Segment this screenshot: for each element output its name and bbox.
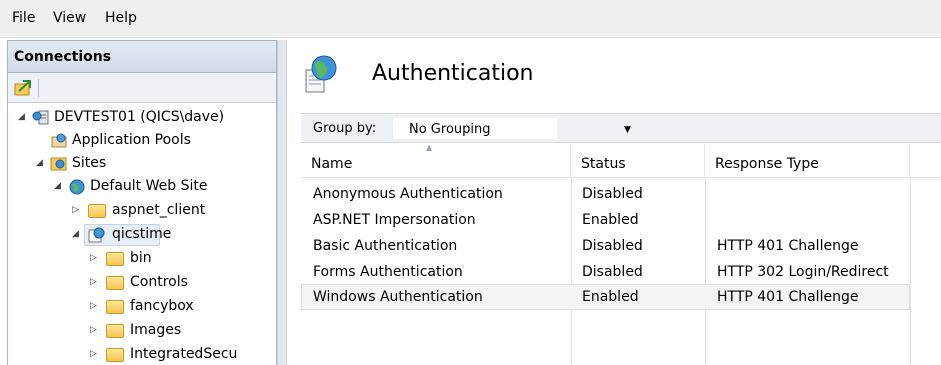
folder-icon — [106, 252, 124, 266]
cell-name: Forms Authentication — [313, 264, 463, 280]
cell-name: Windows Authentication — [313, 289, 483, 305]
column-header-response-type[interactable]: Response Type — [705, 144, 910, 178]
tree-label: Application Pools — [72, 132, 191, 148]
table-row[interactable]: Forms Authentication Disabled HTTP 302 L… — [301, 259, 910, 285]
collapse-icon[interactable]: ◢ — [18, 112, 28, 122]
cell-status: Disabled — [582, 264, 643, 280]
page-title: Authentication — [372, 61, 534, 86]
connections-pane: Connections ◢ DEVTEST01 (QICS\dave) Appl… — [7, 40, 277, 365]
collapse-icon[interactable]: ◢ — [36, 158, 46, 168]
expand-icon[interactable]: ▷ — [90, 301, 100, 311]
table-row[interactable]: ASP.NET Impersonation Enabled — [301, 207, 910, 233]
cell-status: Disabled — [582, 186, 643, 202]
tree-label: IntegratedSecu — [130, 346, 238, 362]
tree-label: bin — [130, 250, 152, 266]
folder-icon — [106, 348, 124, 362]
folder-icon — [106, 276, 124, 290]
app-pools-icon — [51, 133, 67, 148]
menu-file[interactable]: File — [12, 10, 35, 26]
expand-icon[interactable]: ▷ — [72, 205, 82, 215]
expand-icon[interactable]: ▷ — [90, 277, 100, 287]
folder-icon — [88, 204, 106, 218]
authentication-icon — [305, 55, 337, 93]
group-by-dropdown[interactable]: No Grouping ▼ — [393, 118, 631, 139]
cell-response-type: HTTP 401 Challenge — [717, 289, 859, 305]
cell-response-type: HTTP 302 Login/Redirect — [717, 264, 889, 280]
folder-icon — [106, 300, 124, 314]
sort-ascending-icon: ▲ — [426, 143, 433, 152]
tree-label: Sites — [72, 155, 107, 171]
expand-icon[interactable]: ▷ — [90, 325, 100, 335]
cell-status: Disabled — [582, 238, 643, 254]
menu-view[interactable]: View — [53, 10, 86, 26]
cell-name: Basic Authentication — [313, 238, 458, 254]
collapse-icon[interactable]: ◢ — [72, 229, 82, 239]
connect-icon[interactable] — [14, 80, 32, 96]
globe-icon — [69, 179, 85, 195]
server-icon — [32, 110, 49, 125]
tree-label: Default Web Site — [90, 178, 208, 194]
pane-splitter[interactable] — [277, 40, 287, 365]
expand-icon[interactable]: ▷ — [90, 253, 100, 263]
column-divider — [910, 178, 911, 365]
tree-label: Controls — [130, 274, 188, 290]
cell-status: Enabled — [582, 212, 639, 228]
menu-help[interactable]: Help — [105, 10, 137, 26]
expand-icon[interactable]: ▷ — [90, 349, 100, 359]
collapse-icon[interactable]: ◢ — [54, 181, 64, 191]
dropdown-arrow-icon: ▼ — [624, 125, 631, 135]
connections-header: Connections — [8, 41, 276, 73]
main-content: Authentication Group by: No Grouping ▼ N… — [287, 40, 941, 365]
column-header-filler — [910, 144, 941, 178]
cell-response-type: HTTP 401 Challenge — [717, 238, 859, 254]
tree-label: aspnet_client — [112, 202, 206, 218]
authentication-grid: Name ▲ Status Response Type Anonymous Au… — [301, 143, 941, 365]
toolbar-separator — [38, 79, 39, 97]
cell-name: Anonymous Authentication — [313, 186, 503, 202]
table-row[interactable]: Basic Authentication Disabled HTTP 401 C… — [301, 233, 910, 259]
table-row-selected[interactable]: Windows Authentication Enabled HTTP 401 … — [301, 284, 910, 310]
connections-toolbar — [8, 73, 276, 103]
sites-icon — [50, 157, 67, 171]
folder-icon — [106, 324, 124, 338]
group-by-label: Group by: — [313, 121, 377, 136]
cell-status: Enabled — [582, 289, 639, 305]
web-app-icon — [88, 227, 105, 243]
tree-label: Images — [130, 322, 182, 338]
group-by-value: No Grouping — [409, 122, 491, 137]
column-header-name[interactable]: Name ▲ — [301, 143, 571, 178]
table-row[interactable]: Anonymous Authentication Disabled — [301, 181, 910, 207]
menu-bar: File View Help — [0, 0, 941, 38]
column-header-status[interactable]: Status — [571, 144, 705, 178]
cell-name: ASP.NET Impersonation — [313, 212, 476, 228]
tree-label: DEVTEST01 (QICS\dave) — [54, 109, 225, 125]
tree-label: fancybox — [130, 298, 194, 314]
tree-label: qicstime — [112, 226, 172, 242]
group-by-bar: Group by: No Grouping ▼ — [301, 113, 941, 143]
